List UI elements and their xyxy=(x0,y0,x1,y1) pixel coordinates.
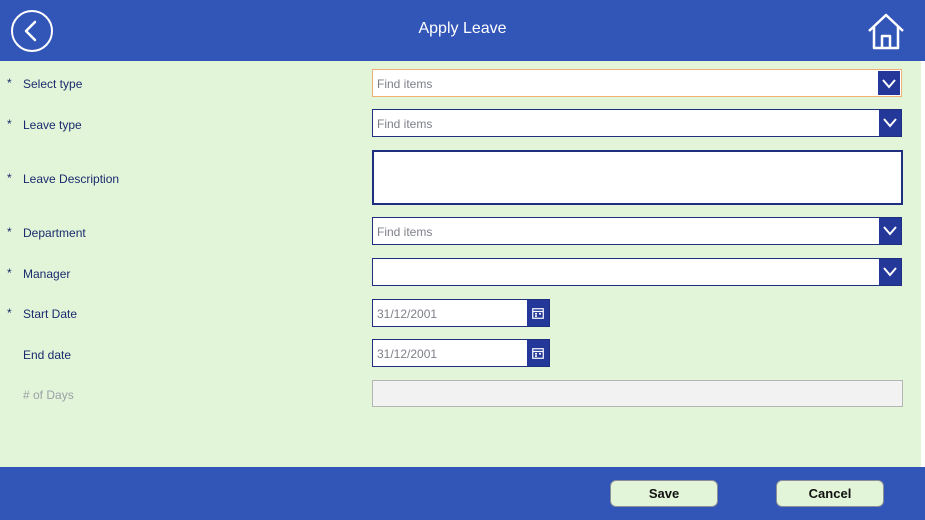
required-marker: * xyxy=(7,117,12,131)
end-date-picker[interactable]: 31/12/2001 xyxy=(372,339,550,367)
num-days-label: # of Days xyxy=(23,388,74,402)
end-date-label: End date xyxy=(23,348,72,362)
leave-type-label: Leave type xyxy=(23,118,82,132)
select-type-label: Select type xyxy=(23,77,83,91)
home-icon xyxy=(868,13,904,50)
select-type-dropdown-button[interactable] xyxy=(878,71,900,95)
leave-type-combobox[interactable]: Find items xyxy=(372,109,902,137)
form-edge xyxy=(921,61,925,467)
manager-combobox[interactable] xyxy=(372,258,902,286)
num-days-field xyxy=(372,380,903,407)
department-combobox[interactable]: Find items xyxy=(372,217,902,245)
manager-dropdown-button[interactable] xyxy=(879,259,901,285)
manager-label: Manager xyxy=(23,267,71,281)
select-type-combobox[interactable]: Find items xyxy=(372,69,902,97)
leave-description-input[interactable] xyxy=(372,150,903,205)
required-marker: * xyxy=(7,171,12,185)
leave-type-placeholder: Find items xyxy=(377,117,433,131)
page-title: Apply Leave xyxy=(418,20,507,37)
chevron-down-icon xyxy=(882,79,896,89)
chevron-down-icon xyxy=(883,118,897,128)
start-date-picker[interactable]: 31/12/2001 xyxy=(372,299,550,327)
chevron-down-icon xyxy=(883,226,897,236)
required-marker: * xyxy=(7,266,12,280)
department-placeholder: Find items xyxy=(377,225,433,239)
app-header: Apply Leave xyxy=(0,0,925,61)
start-date-value: 31/12/2001 xyxy=(377,307,438,321)
select-type-placeholder: Find items xyxy=(377,77,433,91)
calendar-icon xyxy=(532,308,544,319)
cancel-button[interactable]: Cancel xyxy=(776,480,884,507)
app-footer: Save Cancel xyxy=(0,467,925,520)
required-marker: * xyxy=(7,76,12,90)
start-date-calendar-button[interactable] xyxy=(527,300,549,326)
required-marker: * xyxy=(7,225,12,239)
calendar-icon xyxy=(532,348,544,359)
leave-description-label: Leave Description xyxy=(23,172,120,186)
leave-type-dropdown-button[interactable] xyxy=(879,110,901,136)
start-date-label: Start Date xyxy=(23,307,78,321)
home-button[interactable] xyxy=(866,12,906,50)
end-date-calendar-button[interactable] xyxy=(527,340,549,366)
chevron-down-icon xyxy=(883,267,897,277)
save-button[interactable]: Save xyxy=(610,480,718,507)
department-label: Department xyxy=(23,226,86,240)
end-date-value: 31/12/2001 xyxy=(377,347,438,361)
required-marker: * xyxy=(7,306,12,320)
department-dropdown-button[interactable] xyxy=(879,218,901,244)
